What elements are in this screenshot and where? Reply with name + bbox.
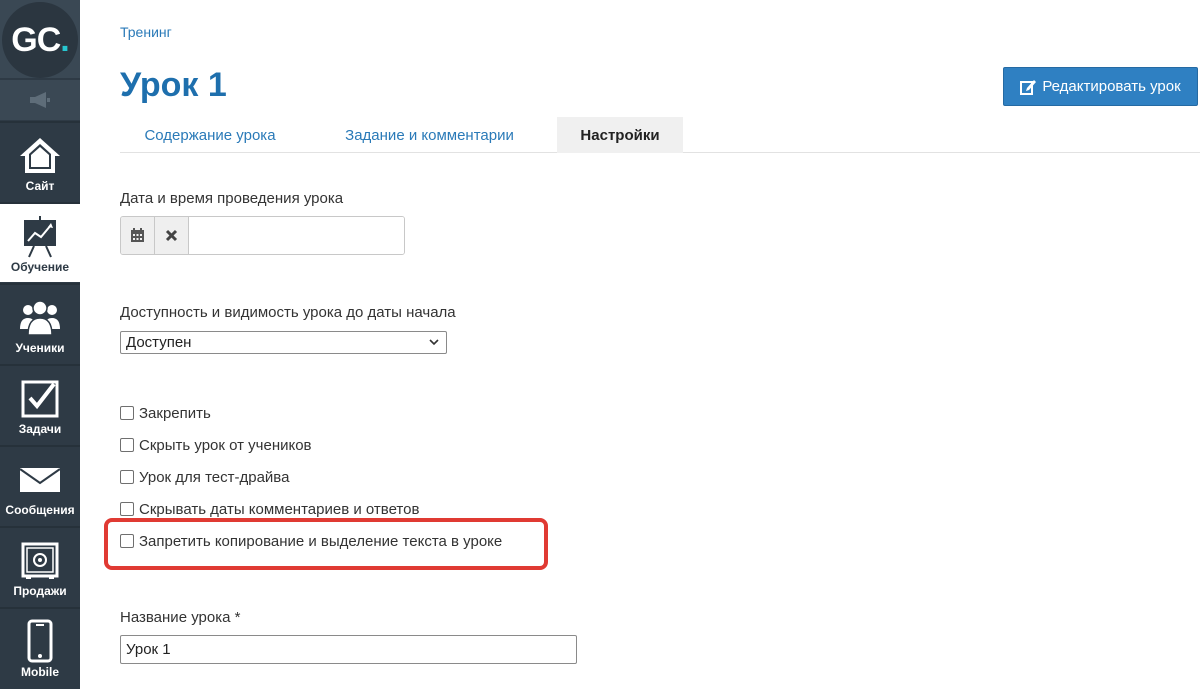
logo-circle: GC.: [2, 2, 78, 78]
date-picker: [120, 216, 405, 255]
training-chart-icon: [18, 214, 62, 258]
tab-assignment-comments[interactable]: Задание и комментарии: [322, 117, 537, 153]
sidebar-item-label: Сайт: [25, 179, 55, 193]
users-icon: [18, 295, 62, 339]
availability-label: Доступность и видимость урока до даты на…: [120, 304, 456, 321]
breadcrumb[interactable]: Тренинг: [120, 24, 172, 40]
pin-checkbox[interactable]: [120, 406, 134, 420]
hide-dates-label: Скрывать даты комментариев и ответов: [139, 500, 420, 518]
hide-lesson-checkbox[interactable]: [120, 438, 134, 452]
envelope-icon: [18, 457, 62, 501]
home-icon: [18, 133, 62, 177]
chevron-down-icon: [429, 339, 439, 346]
page-title: Урок 1: [120, 66, 227, 104]
sidebar-item-label: Обучение: [10, 260, 70, 274]
test-drive-checkbox-row[interactable]: Урок для тест-драйва: [120, 467, 289, 487]
megaphone-icon: [30, 92, 50, 108]
safe-icon: [18, 538, 62, 582]
calendar-button[interactable]: [121, 217, 155, 254]
hide-lesson-checkbox-row[interactable]: Скрыть урок от учеников: [120, 435, 312, 455]
close-icon: [165, 229, 178, 242]
sidebar-item-label: Ученики: [15, 341, 65, 355]
availability-selected: Доступен: [126, 334, 192, 351]
lesson-name-input[interactable]: [120, 635, 577, 664]
date-label: Дата и время проведения урока: [120, 190, 344, 207]
sidebar-item-sales[interactable]: Продажи: [0, 526, 80, 606]
logo-text: GC.: [11, 20, 70, 59]
sidebar-item-tasks[interactable]: Задачи: [0, 364, 80, 444]
availability-select[interactable]: Доступен: [120, 331, 447, 354]
phone-icon: [18, 619, 62, 663]
main-content: Тренинг Урок 1 Редактировать урок Содерж…: [104, 0, 1200, 689]
checkbox-icon: [18, 376, 62, 420]
edit-icon: [1020, 79, 1037, 95]
announcements-button[interactable]: [0, 80, 80, 120]
tab-lesson-content[interactable]: Содержание урока: [120, 117, 300, 153]
test-drive-label: Урок для тест-драйва: [139, 468, 290, 486]
edit-lesson-label: Редактировать урок: [1042, 78, 1181, 95]
tabs: Содержание урока Задание и комментарии Н…: [120, 117, 1200, 153]
sidebar-item-mobile[interactable]: Mobile: [0, 607, 80, 687]
pin-label: Закрепить: [139, 404, 211, 422]
highlight-annotation: [104, 518, 548, 570]
calendar-icon: [131, 228, 144, 242]
sidebar: GC. Сайт Обучение Ученики Задачи Сообщен…: [0, 0, 80, 689]
tab-settings[interactable]: Настройки: [557, 117, 683, 153]
test-drive-checkbox[interactable]: [120, 470, 134, 484]
edit-lesson-button[interactable]: Редактировать урок: [1003, 67, 1198, 106]
hide-dates-checkbox-row[interactable]: Скрывать даты комментариев и ответов: [120, 499, 419, 519]
pin-checkbox-row[interactable]: Закрепить: [120, 403, 211, 423]
sidebar-item-label: Сообщения: [5, 503, 75, 517]
sidebar-item-students[interactable]: Ученики: [0, 283, 80, 363]
sidebar-item-site[interactable]: Сайт: [0, 121, 80, 201]
hide-lesson-label: Скрыть урок от учеников: [139, 436, 312, 454]
sidebar-item-training[interactable]: Обучение: [0, 202, 80, 282]
clear-date-button[interactable]: [155, 217, 189, 254]
logo[interactable]: GC.: [0, 0, 80, 78]
sidebar-item-label: Mobile: [21, 665, 59, 679]
date-input[interactable]: [189, 217, 404, 254]
sidebar-item-label: Продажи: [13, 584, 67, 598]
lesson-name-label: Название урока *: [120, 609, 241, 626]
sidebar-item-label: Задачи: [18, 422, 62, 436]
sidebar-item-messages[interactable]: Сообщения: [0, 445, 80, 525]
hide-dates-checkbox[interactable]: [120, 502, 134, 516]
